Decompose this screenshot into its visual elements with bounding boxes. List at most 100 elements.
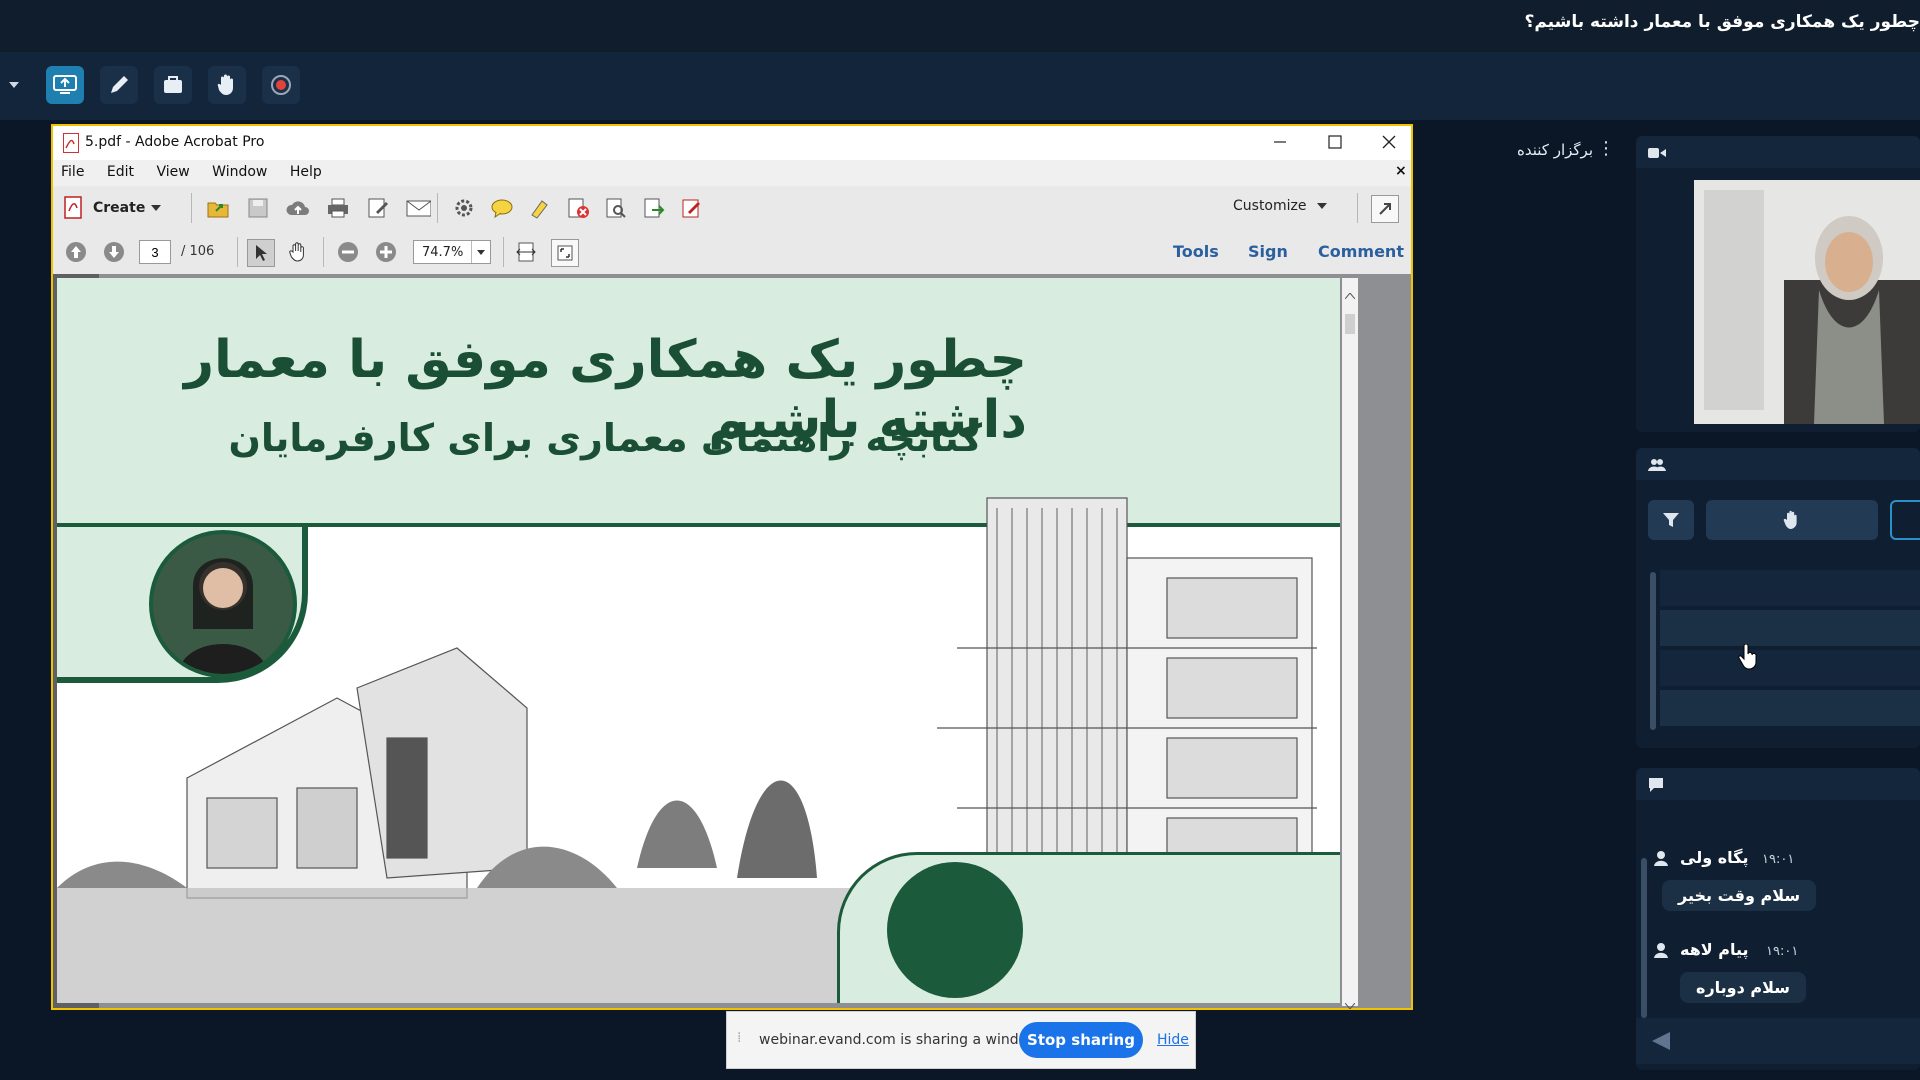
- total-pages: / 106: [181, 244, 215, 259]
- raised-hands-button[interactable]: [1706, 500, 1878, 540]
- expand-icon[interactable]: [1371, 195, 1399, 223]
- settings-gear-icon[interactable]: [451, 195, 477, 221]
- record-button[interactable]: [262, 66, 300, 104]
- remove-pdf-icon[interactable]: [565, 195, 591, 221]
- menu-file[interactable]: File: [61, 164, 84, 180]
- close-document-icon[interactable]: ×: [1395, 163, 1407, 179]
- files-button[interactable]: [154, 66, 192, 104]
- mouse-pointer-icon: [1738, 643, 1758, 674]
- chevron-down-icon: [471, 241, 490, 263]
- whiteboard-pen-button[interactable]: [100, 66, 138, 104]
- menu-edit[interactable]: Edit: [107, 164, 134, 180]
- menu-view[interactable]: View: [156, 164, 189, 180]
- chat-message-bubble: سلام دوباره: [1680, 972, 1807, 1003]
- host-label: برگزار کننده: [1517, 141, 1593, 159]
- close-icon[interactable]: [1379, 132, 1399, 152]
- acrobat-title-bar: 5.pdf - Adobe Acrobat Pro: [53, 126, 1411, 160]
- chat-sender-name: پگاه ولی: [1680, 848, 1749, 867]
- meeting-toolbar: [0, 52, 1920, 120]
- kebab-menu-icon[interactable]: ⋮: [1597, 138, 1615, 159]
- toolbar-dropdown-icon[interactable]: [0, 66, 28, 104]
- hide-button[interactable]: Hide: [1157, 1032, 1189, 1048]
- scroll-down-icon[interactable]: [1344, 994, 1356, 1013]
- filter-button[interactable]: [1648, 500, 1694, 540]
- menu-window[interactable]: Window: [212, 164, 267, 180]
- minimize-icon[interactable]: [1270, 132, 1290, 152]
- scroll-thumb[interactable]: [1345, 314, 1355, 334]
- open-folder-icon[interactable]: [205, 195, 231, 221]
- export-pdf-icon[interactable]: [641, 195, 667, 221]
- cover-accent-circle: [887, 862, 1023, 998]
- pdf-page: چطور یک همکاری موفق با معمار داشته باشیم…: [57, 278, 1340, 1003]
- acrobat-menu-bar: File Edit View Window Help ×: [53, 160, 1411, 186]
- drag-handle-icon[interactable]: ⁞: [737, 1030, 741, 1046]
- maximize-icon[interactable]: [1325, 132, 1345, 152]
- chat-input-bar: [1636, 1018, 1920, 1064]
- chat-panel-header: [1636, 768, 1920, 800]
- menu-help[interactable]: Help: [290, 164, 322, 180]
- session-title: چطور یک همکاری موفق با معمار داشته باشیم…: [1524, 12, 1920, 32]
- select-cursor-icon[interactable]: [247, 239, 275, 267]
- participants-scrollbar[interactable]: [1650, 572, 1656, 730]
- chevron-down-icon: [151, 205, 162, 211]
- raise-hand-button[interactable]: [208, 66, 246, 104]
- page-number-input[interactable]: [139, 240, 171, 264]
- screen-share-button[interactable]: [46, 66, 84, 104]
- highlight-icon[interactable]: [527, 195, 553, 221]
- create-label: Create: [93, 200, 146, 216]
- next-page-icon[interactable]: [101, 239, 127, 265]
- comment-bubble-icon[interactable]: [489, 195, 515, 221]
- zoom-select[interactable]: 74.7%: [413, 240, 491, 264]
- create-pdf-icon: [64, 196, 82, 219]
- tools-pane-button[interactable]: Tools: [1173, 242, 1219, 261]
- customize-dropdown[interactable]: Customize: [1233, 198, 1327, 214]
- chat-panel: پگاه ولی ۱۹:۰۱ سلام وقت بخیر پیام لاهه ۱…: [1636, 768, 1920, 1070]
- share-message: webinar.evand.com is sharing a window.: [759, 1032, 1042, 1048]
- cloud-upload-icon[interactable]: [285, 195, 311, 221]
- users-icon: [1648, 457, 1666, 476]
- user-icon: [1654, 942, 1668, 962]
- sign-document-icon[interactable]: [679, 195, 705, 221]
- participant-row[interactable]: [1660, 610, 1920, 646]
- fit-page-icon[interactable]: [551, 239, 579, 267]
- participant-row[interactable]: [1660, 690, 1920, 726]
- chat-timestamp: ۱۹:۰۱: [1766, 944, 1799, 959]
- video-panel-header: [1636, 136, 1920, 168]
- participants-panel-header: [1636, 448, 1920, 480]
- sign-pane-button[interactable]: Sign: [1248, 242, 1288, 261]
- chat-icon: [1648, 777, 1664, 797]
- email-icon[interactable]: [405, 195, 431, 221]
- search-document-icon[interactable]: [603, 195, 629, 221]
- participant-row[interactable]: [1660, 570, 1920, 606]
- chat-scrollbar[interactable]: [1641, 858, 1647, 1018]
- document-scrollbar[interactable]: [1342, 278, 1358, 1010]
- filter-icon: [1663, 513, 1679, 527]
- previous-page-icon[interactable]: [63, 239, 89, 265]
- participant-row[interactable]: [1660, 650, 1920, 686]
- print-icon[interactable]: [325, 195, 351, 221]
- customize-label: Customize: [1233, 198, 1307, 214]
- create-button[interactable]: Create: [61, 194, 162, 222]
- chat-sender-name: پیام لاهه: [1680, 940, 1749, 959]
- top-bar: چطور یک همکاری موفق با معمار داشته باشیم…: [0, 0, 1920, 52]
- edit-document-icon[interactable]: [365, 195, 391, 221]
- acrobat-toolbar-navigation: / 106 74.7% Tools Sign Comment: [53, 230, 1411, 275]
- presenter-video-feed: [1694, 180, 1920, 424]
- participants-panel: [1636, 448, 1920, 748]
- hand-tool-icon[interactable]: [285, 239, 311, 265]
- stop-sharing-button[interactable]: Stop sharing: [1019, 1022, 1143, 1058]
- send-icon[interactable]: [1650, 1030, 1672, 1056]
- participants-tab-button[interactable]: [1890, 500, 1920, 540]
- comment-pane-button[interactable]: Comment: [1318, 242, 1404, 261]
- pdf-file-icon: [63, 133, 79, 153]
- scroll-up-icon[interactable]: [1344, 284, 1356, 303]
- camera-icon: [1648, 145, 1666, 164]
- acrobat-toolbar-main: Create Customize: [53, 186, 1411, 231]
- zoom-in-icon[interactable]: [373, 239, 399, 265]
- fit-width-icon[interactable]: [513, 239, 539, 265]
- zoom-out-icon[interactable]: [335, 239, 361, 265]
- host-panel-header: ⋮ برگزار کننده: [1455, 135, 1615, 167]
- save-icon[interactable]: [245, 195, 271, 221]
- raise-hand-icon: [1783, 510, 1797, 529]
- window-title: 5.pdf - Adobe Acrobat Pro: [85, 134, 265, 150]
